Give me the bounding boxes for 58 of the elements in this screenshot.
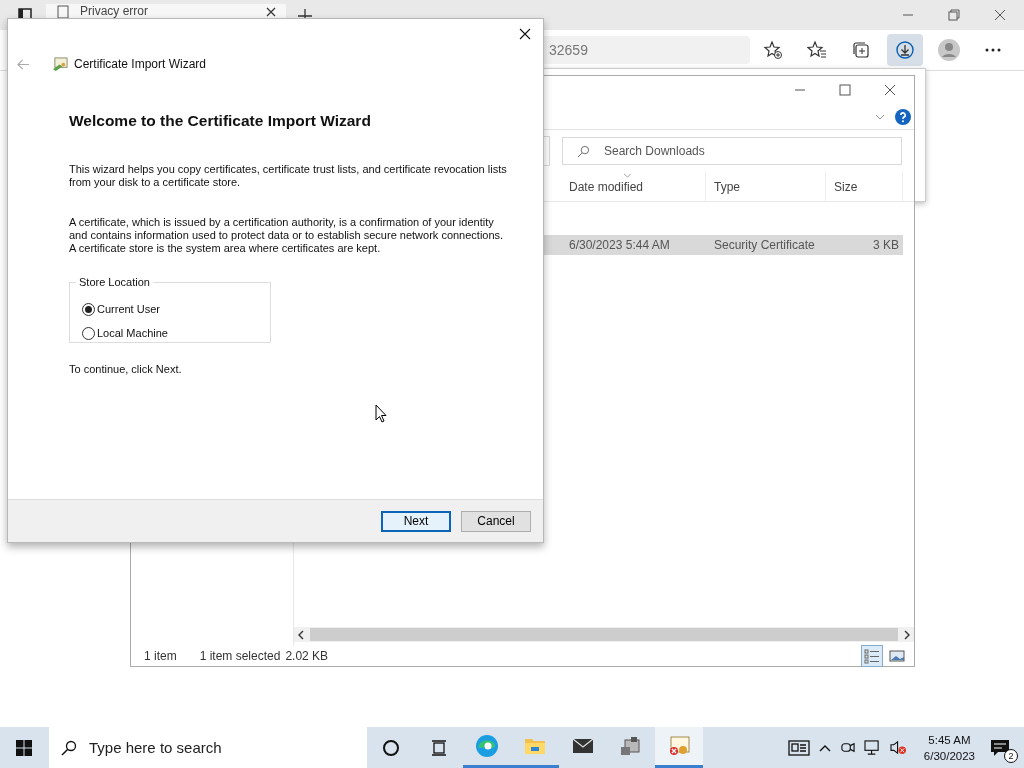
table-cell-text: Security Certificate — [713, 238, 816, 252]
item-count: 1 item — [144, 649, 177, 663]
group-label: Store Location — [76, 276, 153, 288]
certificate-icon — [667, 734, 691, 758]
close-icon[interactable] — [994, 9, 1006, 21]
radio-option[interactable]: Local Machine — [82, 321, 270, 345]
table-cell-text: 6/30/2023 5:44 AM — [568, 238, 671, 252]
instruction-text: To continue, click Next. — [69, 363, 183, 376]
details-view-button[interactable] — [861, 645, 883, 667]
column-header[interactable]: Size — [826, 172, 903, 201]
caret-up-icon[interactable] — [818, 743, 831, 752]
chevron-icon[interactable] — [875, 113, 885, 120]
start-icon[interactable] — [16, 739, 32, 756]
radio-button[interactable] — [82, 326, 95, 340]
details-view-icon — [864, 648, 880, 664]
search-icon — [61, 739, 77, 756]
certificate-icon — [52, 56, 69, 72]
search-icon — [577, 144, 590, 158]
radio-button[interactable] — [82, 302, 95, 316]
help-icon[interactable] — [895, 108, 911, 125]
close-icon[interactable] — [519, 28, 531, 40]
wizard-title: Certificate Import Wizard — [74, 57, 207, 71]
page-icon — [56, 5, 70, 19]
scrollbar-thumb[interactable] — [310, 628, 898, 641]
column-header[interactable]: Date modified — [561, 172, 706, 201]
close-icon[interactable] — [884, 84, 896, 96]
selection-status: 1 item selected — [199, 649, 281, 663]
maximize-icon[interactable] — [839, 84, 851, 96]
dialog-button[interactable]: Next — [381, 510, 451, 532]
star-list-icon — [807, 40, 827, 60]
more-icon — [985, 48, 1001, 52]
certificate-taskbar-button[interactable] — [655, 727, 703, 768]
wizard-heading: Welcome to the Certificate Import Wizard — [69, 112, 372, 130]
cursor-icon — [375, 404, 387, 423]
description-text: This wizard helps you copy certificates, certificate trust lists, and certificate revocation lists from your disk to a certificate store. — [69, 163, 508, 189]
star-plus-icon — [763, 40, 783, 60]
news-icon[interactable] — [787, 739, 810, 756]
collections-icon — [851, 40, 871, 60]
downloads-button[interactable] — [887, 34, 923, 66]
download-icon — [895, 40, 915, 60]
volume-muted-icon[interactable] — [889, 740, 907, 755]
taskbar-search-field[interactable]: Type here to search — [49, 727, 367, 768]
avatar-icon — [937, 38, 961, 62]
search-field[interactable]: Search Downloads — [562, 137, 902, 165]
clock[interactable]: 5:45 AM 6/30/2023 — [923, 731, 975, 764]
radio-option[interactable]: Current User — [82, 297, 270, 321]
network-icon[interactable] — [863, 740, 881, 755]
selection-size: 2.02 KB — [285, 649, 329, 663]
task-view-icon[interactable] — [430, 738, 448, 757]
image-view-icon — [889, 648, 905, 664]
horizontal-scrollbar[interactable] — [294, 627, 914, 642]
close-icon[interactable] — [266, 7, 276, 17]
browser-logo-icon — [475, 734, 499, 758]
restore-icon[interactable] — [948, 9, 960, 21]
column-header[interactable]: Type — [706, 172, 826, 201]
table-cell-text: 3 KB — [872, 238, 900, 252]
dialog-button[interactable]: Cancel — [461, 510, 531, 532]
notifications-icon — [990, 738, 1010, 757]
